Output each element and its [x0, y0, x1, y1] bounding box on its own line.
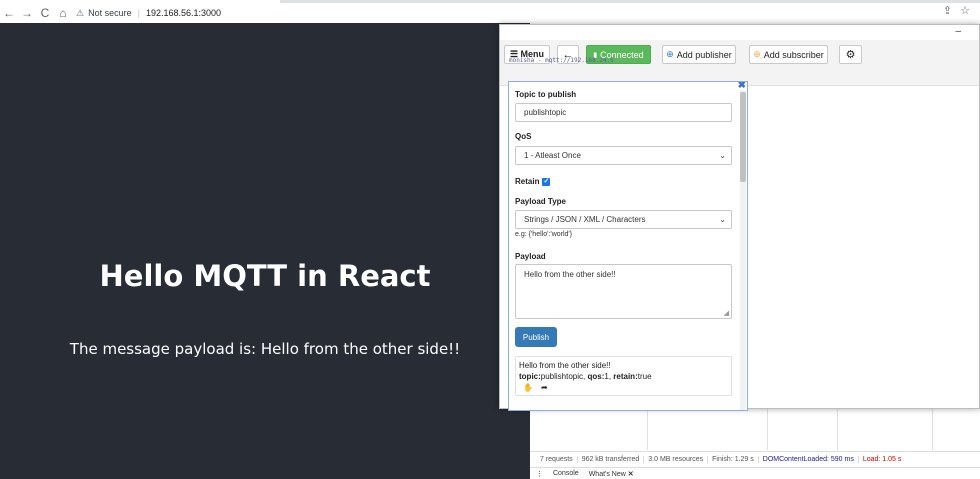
devtools-panel: 7 requests 962 kB transferred 3.0 MB res…	[530, 408, 980, 479]
scrollbar-thumb[interactable]	[740, 92, 746, 182]
retain-key: retain:	[613, 372, 638, 381]
drawer-tabs: ⋮ Console What's New ✕	[530, 467, 980, 479]
tab-whats-new[interactable]: What's New ✕	[589, 470, 634, 478]
dom-content-loaded: DOMContentLoaded: 590 ms	[759, 456, 859, 463]
qos-label: QoS	[515, 132, 532, 141]
security-label[interactable]: Not secure	[88, 8, 132, 18]
hand-icon[interactable]: ✋	[523, 382, 533, 393]
bookmark-icon[interactable]: ☆	[960, 4, 970, 17]
resize-grip-icon[interactable]: ◢	[724, 309, 729, 317]
network-waterfall	[530, 408, 980, 450]
published-message: Hello from the other side!! topic:publis…	[515, 356, 732, 396]
qos-meta-value: 1,	[604, 372, 614, 381]
react-app: Hello MQTT in React The message payload …	[0, 23, 530, 479]
settings-button[interactable]: ⚙	[839, 45, 862, 64]
topic-input[interactable]: publishtopic	[515, 103, 732, 122]
payload-type-label: Payload Type	[515, 197, 566, 206]
share-arrow-icon[interactable]: ➦	[541, 382, 548, 393]
add-subscriber-button[interactable]: ⊕ Add subscriber	[749, 45, 828, 64]
retain-value: true	[637, 372, 652, 381]
load-time: Load: 1.05 s	[862, 456, 902, 463]
tab-console[interactable]: Console	[553, 470, 579, 477]
plus-circle-icon: ⊕	[753, 49, 761, 59]
topic-key: topic:	[519, 372, 541, 381]
payload-textarea[interactable]: Hello from the other side!! ◢	[515, 264, 732, 319]
topic-label: Topic to publish	[515, 90, 577, 99]
add-publisher-label: Add publisher	[676, 49, 732, 60]
payload-text: Hello from the other side!!	[524, 270, 616, 279]
publish-button[interactable]: Publish	[515, 327, 557, 347]
mqtt-client-window: – ☰ Menu ← ▮ Connected ⊕ Add publisher ⊕ Ad…	[499, 24, 980, 411]
topic-value: publishtopic,	[540, 372, 588, 381]
network-summary: 7 requests 962 kB transferred 3.0 MB res…	[530, 451, 980, 467]
payload-label: Payload	[515, 252, 546, 261]
qos-key: qos:	[587, 372, 605, 381]
chevron-down-icon: ⌄	[719, 151, 726, 160]
payload-hint: e.g: {'hello':'world'}	[515, 231, 573, 238]
url-text[interactable]: 192.168.56.1:3000	[146, 8, 221, 18]
connection-label: monisha - mqtt://192.168.24.5	[509, 57, 614, 64]
retain-checkbox[interactable]: ✓	[542, 177, 551, 186]
message-text: Hello from the other side!!	[519, 361, 611, 370]
payload-type-value: Strings / JSON / XML / Characters	[524, 215, 646, 224]
panel-scrollbar[interactable]	[740, 90, 746, 410]
home-icon[interactable]: ⌂	[54, 4, 72, 22]
resources-size: 3.0 MB resources	[644, 456, 709, 463]
reload-icon[interactable]: C	[36, 4, 54, 22]
publisher-panel: ✖ Topic to publish publishtopic QoS 1 - …	[508, 81, 748, 411]
requests-count: 7 requests	[536, 456, 578, 463]
address-divider: |	[137, 8, 140, 18]
retain-label: Retain	[515, 177, 540, 186]
back-icon[interactable]: ←	[0, 4, 18, 22]
app-heading: Hello MQTT in React	[99, 259, 431, 293]
qos-value: 1 - Atleast Once	[524, 151, 581, 160]
retain-row: Retain ✓	[515, 177, 551, 186]
browser-toolbar: ← → C ⌂ ⚠ Not secure | 192.168.56.1:3000…	[0, 3, 980, 23]
whats-new-label: What's New	[588, 470, 626, 478]
address-bar[interactable]: ⚠ Not secure | 192.168.56.1:3000	[76, 4, 221, 22]
add-publisher-button[interactable]: ⊕ Add publisher	[662, 45, 736, 64]
message-meta: topic:publishtopic, qos:1, retain:true	[519, 371, 728, 382]
qos-select[interactable]: 1 - Atleast Once ⌄	[515, 146, 732, 165]
transferred-size: 962 kB transferred	[578, 456, 645, 463]
drawer-menu-icon[interactable]: ⋮	[536, 470, 543, 478]
share-icon[interactable]: ⇪	[943, 4, 952, 17]
warning-icon[interactable]: ⚠	[76, 8, 84, 19]
close-tab-icon[interactable]: ✕	[628, 471, 634, 478]
payload-message: The message payload is: Hello from the o…	[69, 340, 461, 358]
message-actions: ✋ ➦	[523, 382, 728, 393]
chevron-down-icon: ⌄	[719, 215, 726, 224]
minimize-icon[interactable]: –	[955, 26, 961, 37]
gear-icon: ⚙	[845, 49, 856, 61]
add-subscriber-label: Add subscriber	[763, 49, 824, 60]
payload-type-select[interactable]: Strings / JSON / XML / Characters ⌄	[515, 210, 732, 229]
forward-icon[interactable]: →	[18, 4, 36, 22]
plus-circle-icon: ⊕	[666, 49, 674, 59]
finish-time: Finish: 1.29 s	[708, 456, 759, 463]
